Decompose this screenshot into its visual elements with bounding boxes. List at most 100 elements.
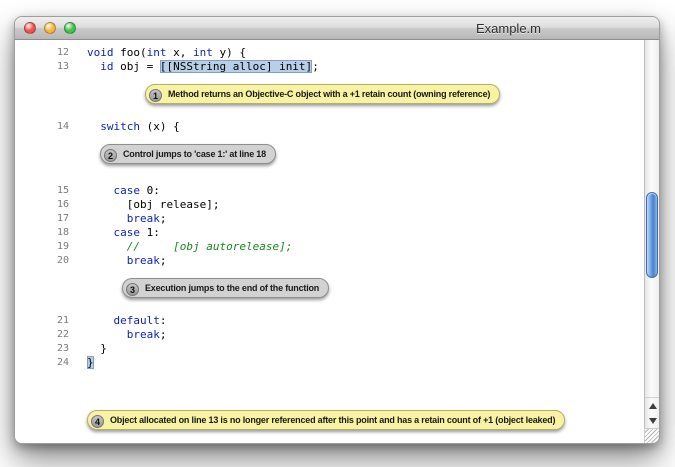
code-line[interactable]: 15 case 0:: [15, 184, 644, 198]
analyzer-bubble-3[interactable]: 3 Execution jumps to the end of the funct…: [122, 278, 329, 298]
code-text: }: [69, 342, 107, 356]
window-title: Example.m: [476, 21, 541, 36]
analyzer-bubble-2[interactable]: 2 Control jumps to 'case 1:' at line 18: [100, 144, 276, 164]
code-line[interactable]: 24}: [15, 356, 644, 370]
line-number: 18: [15, 226, 69, 240]
line-number: 16: [15, 198, 69, 212]
bubble-number: 3: [126, 283, 139, 296]
code-segment: default: [114, 314, 160, 327]
code-text: break;: [69, 328, 167, 342]
scroll-down-arrow-icon[interactable]: [645, 413, 659, 428]
code-line[interactable]: 22 break;: [15, 328, 644, 342]
code-segment: x,: [167, 46, 194, 59]
code-segment: y) {: [213, 46, 246, 59]
code-line[interactable]: 16 [obj release];: [15, 198, 644, 212]
editor-window: Example.m 12void foo(int x, int y) {13 i…: [14, 16, 660, 444]
code-segment: [87, 120, 100, 133]
line-number: 20: [15, 254, 69, 268]
analyzer-bubble-4[interactable]: 4 Object allocated on line 13 is no longe…: [87, 410, 565, 430]
minimize-button[interactable]: [44, 22, 56, 34]
code-rows[interactable]: 12void foo(int x, int y) {13 id obj = [[…: [15, 40, 644, 443]
bubble-row: 2 Control jumps to 'case 1:' at line 18: [15, 134, 644, 184]
code-segment: int: [147, 46, 167, 59]
code-segment: [obj release];: [87, 198, 219, 211]
code-text: break;: [69, 254, 167, 268]
code-segment: case: [114, 226, 141, 239]
bubble-number: 1: [149, 89, 162, 102]
code-segment: [87, 60, 100, 73]
bubble-row: 3 Execution jumps to the end of the funct…: [15, 268, 644, 314]
scrollbar-thumb[interactable]: [646, 192, 658, 278]
bubble-text: Control jumps to 'case 1:' at line 18: [123, 149, 266, 159]
code-segment: [87, 212, 127, 225]
zoom-button[interactable]: [64, 22, 76, 34]
close-button[interactable]: [24, 22, 36, 34]
code-text: void foo(int x, int y) {: [69, 46, 246, 60]
bubble-number: 2: [104, 149, 117, 162]
analyzer-highlight: }: [87, 356, 94, 369]
analyzer-bubble-1[interactable]: 1 Method returns an Objective-C object wi…: [145, 84, 500, 104]
code-segment: void: [87, 46, 114, 59]
code-segment: 0:: [140, 184, 160, 197]
analyzer-highlight: [[NSString alloc] init]: [160, 60, 312, 73]
code-segment: 1:: [140, 226, 160, 239]
code-text: break;: [69, 212, 167, 226]
code-segment: [87, 328, 127, 341]
code-text: id obj = [[NSString alloc] init];: [69, 60, 319, 74]
code-segment: ;: [160, 328, 167, 341]
code-line[interactable]: 23 }: [15, 342, 644, 356]
vertical-scrollbar[interactable]: [644, 40, 659, 428]
line-number: 13: [15, 60, 69, 74]
code-line[interactable]: 14 switch (x) {: [15, 120, 644, 134]
code-line[interactable]: 18 case 1:: [15, 226, 644, 240]
code-line[interactable]: 19 // [obj autorelease];: [15, 240, 644, 254]
line-number: 22: [15, 328, 69, 342]
bubble-number: 4: [91, 415, 104, 428]
code-text: }: [69, 356, 94, 370]
line-number: 17: [15, 212, 69, 226]
code-segment: (x) {: [140, 120, 180, 133]
code-segment: id: [100, 60, 113, 73]
code-segment: int: [193, 46, 213, 59]
bubble-text: Method returns an Objective-C object wit…: [168, 89, 490, 99]
code-line[interactable]: 21 default:: [15, 314, 644, 328]
code-segment: [87, 240, 127, 253]
line-number: 15: [15, 184, 69, 198]
code-segment: }: [87, 342, 107, 355]
line-number: 23: [15, 342, 69, 356]
line-number: 14: [15, 120, 69, 134]
code-segment: foo(: [114, 46, 147, 59]
bubble-text: Execution jumps to the end of the functi…: [145, 283, 319, 293]
code-text: switch (x) {: [69, 120, 180, 134]
line-number: 19: [15, 240, 69, 254]
line-number: 12: [15, 46, 69, 60]
code-segment: [87, 254, 127, 267]
code-line[interactable]: 20 break;: [15, 254, 644, 268]
code-line[interactable]: 17 break;: [15, 212, 644, 226]
code-segment: case: [114, 184, 141, 197]
code-text: case 0:: [69, 184, 160, 198]
code-segment: [87, 184, 114, 197]
code-segment: ;: [160, 212, 167, 225]
bubble-row: 1 Method returns an Objective-C object wi…: [15, 74, 644, 120]
code-segment: [87, 314, 114, 327]
code-line[interactable]: 13 id obj = [[NSString alloc] init];: [15, 60, 644, 74]
code-segment: ;: [160, 254, 167, 267]
desktop: Example.m 12void foo(int x, int y) {13 i…: [0, 0, 675, 467]
code-segment: :: [160, 314, 167, 327]
code-segment: break: [127, 254, 160, 267]
resize-grip[interactable]: [644, 428, 659, 443]
code-segment: // [obj autorelease];: [127, 240, 293, 253]
code-segment: switch: [100, 120, 140, 133]
bubble-text: Object allocated on line 13 is no longer…: [110, 415, 555, 425]
window-controls: [24, 22, 76, 34]
titlebar[interactable]: Example.m: [15, 17, 659, 40]
code-segment: break: [127, 212, 160, 225]
editor-content: 12void foo(int x, int y) {13 id obj = [[…: [15, 40, 659, 443]
code-text: default:: [69, 314, 166, 328]
code-text: [obj release];: [69, 198, 219, 212]
code-text: // [obj autorelease];: [69, 240, 292, 254]
code-line[interactable]: 12void foo(int x, int y) {: [15, 46, 644, 60]
line-number: 21: [15, 314, 69, 328]
scroll-up-arrow-icon[interactable]: [645, 397, 659, 413]
